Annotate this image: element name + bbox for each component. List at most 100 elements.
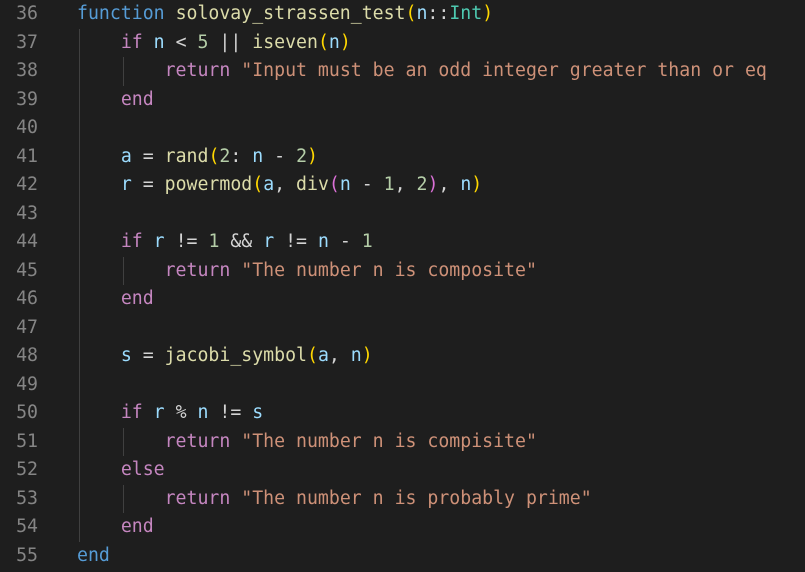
- code-line[interactable]: 52 else: [0, 456, 805, 485]
- code-token: =: [131, 345, 165, 366]
- code-token: -: [263, 145, 297, 167]
- code-line[interactable]: 47: [0, 314, 805, 343]
- code-token: -: [328, 231, 362, 252]
- code-token: "The number n is composite": [241, 259, 537, 281]
- code-token: n: [416, 3, 428, 24]
- code-token: if: [120, 402, 143, 423]
- code-text: return "The number n is compisite": [77, 428, 537, 457]
- code-token: if: [120, 231, 143, 252]
- code-line[interactable]: 44 if r != 1 && r != n - 1: [0, 228, 805, 257]
- code-token: ,: [394, 174, 417, 195]
- code-token: ): [427, 174, 439, 195]
- code-token: ): [361, 345, 373, 366]
- code-token: end: [120, 516, 154, 537]
- line-number: 38: [16, 60, 38, 81]
- code-line[interactable]: 54 end: [0, 513, 805, 542]
- code-line[interactable]: 49: [0, 371, 805, 400]
- code-line[interactable]: 38 return "Input must be an odd integer …: [0, 57, 805, 86]
- line-number: 46: [16, 288, 38, 309]
- indent-guide: [122, 57, 124, 86]
- code-token: n: [153, 31, 165, 53]
- code-line[interactable]: 48 s = jacobi_symbol(a, n): [0, 342, 805, 371]
- indent-guide: [122, 256, 124, 285]
- code-line[interactable]: 53 return "The number n is probably prim…: [0, 485, 805, 514]
- code-token: return: [164, 430, 231, 452]
- code-text: end: [77, 542, 110, 571]
- code-token: n: [460, 174, 472, 195]
- code-token: =: [131, 145, 165, 167]
- code-line[interactable]: 46 end: [0, 285, 805, 314]
- code-line[interactable]: 37 if n < 5 || iseven(n): [0, 29, 805, 58]
- code-token: r: [120, 174, 132, 195]
- code-token: ): [471, 174, 483, 195]
- code-token: "The number n is compisite": [241, 430, 537, 452]
- code-token: ,: [274, 174, 297, 195]
- code-token: powermod: [164, 174, 253, 195]
- code-line[interactable]: 36 function solovay_strassen_test(n::Int): [0, 0, 805, 29]
- code-token: ,: [438, 174, 461, 195]
- code-line[interactable]: 55 end: [0, 542, 805, 571]
- code-line[interactable]: 43: [0, 200, 805, 229]
- code-text: end: [77, 513, 154, 542]
- code-token: div: [296, 174, 329, 195]
- line-number: 52: [16, 459, 38, 480]
- code-line[interactable]: 42 r = powermod(a, div(n - 1, 2), n): [0, 171, 805, 200]
- line-number: 36: [16, 3, 38, 24]
- code-token: n: [197, 402, 209, 423]
- code-line[interactable]: 40: [0, 114, 805, 143]
- code-text: a = rand(2: n - 2): [77, 143, 318, 172]
- code-token: ): [307, 145, 318, 167]
- code-token: :: [230, 145, 253, 167]
- code-token: (: [208, 145, 220, 167]
- code-line[interactable]: 45 return "The number n is composite": [0, 257, 805, 286]
- code-token: (: [306, 345, 318, 366]
- code-token: 1: [361, 231, 373, 252]
- line-number: 37: [16, 31, 38, 53]
- code-editor[interactable]: 36 function solovay_strassen_test(n::Int)…: [0, 0, 805, 572]
- code-token: solovay_strassen_test: [175, 3, 406, 24]
- code-token: n: [328, 31, 340, 53]
- code-token: s: [120, 345, 132, 366]
- code-token: (: [405, 3, 417, 24]
- line-number: 44: [16, 231, 38, 252]
- code-token: r: [153, 402, 165, 423]
- code-text: r = powermod(a, div(n - 1, 2), n): [77, 171, 482, 200]
- line-number: 47: [16, 316, 38, 338]
- code-token: n: [252, 145, 264, 167]
- line-number: 51: [16, 430, 38, 452]
- code-token: return: [164, 259, 231, 281]
- code-token: r: [153, 231, 165, 252]
- line-number: 53: [16, 487, 38, 509]
- code-line[interactable]: 50 if r % n != s: [0, 399, 805, 428]
- code-line[interactable]: 41 a = rand(2: n - 2): [0, 143, 805, 172]
- code-token: n: [350, 345, 362, 366]
- code-token: end: [120, 88, 154, 110]
- code-line[interactable]: 51 return "The number n is compisite": [0, 428, 805, 457]
- code-text: else: [77, 456, 165, 485]
- code-line[interactable]: 39 end: [0, 86, 805, 115]
- code-token: s: [252, 402, 264, 423]
- code-token: =: [131, 174, 165, 195]
- code-token: !=: [208, 402, 253, 423]
- code-token: 1: [208, 231, 220, 252]
- line-number: 54: [16, 516, 38, 537]
- code-token: if: [120, 31, 143, 53]
- code-text: s = jacobi_symbol(a, n): [77, 342, 373, 371]
- code-token: !=: [164, 231, 209, 252]
- code-token: ,: [328, 345, 351, 366]
- code-token: end: [77, 544, 110, 566]
- code-token: n: [339, 174, 351, 195]
- code-text: end: [77, 285, 154, 314]
- code-token: ): [482, 3, 494, 24]
- code-token: 2: [219, 145, 231, 167]
